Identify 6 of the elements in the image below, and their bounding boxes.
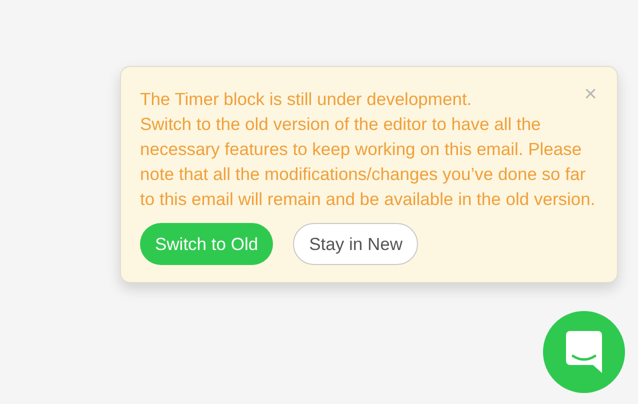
close-button[interactable]: × (584, 83, 597, 105)
chat-icon (566, 331, 602, 373)
notice-message: Switch to the old version of the editor to have all the necessary features to keep working on this email. Please note that all the modifications/changes you’ve done so far to this email will remain and be available in the old version. (140, 113, 596, 211)
stay-button[interactable]: Stay in New (293, 223, 418, 265)
notice-title: The Timer block is still under development. (140, 88, 472, 111)
switch-button[interactable]: Switch to Old (140, 223, 274, 265)
